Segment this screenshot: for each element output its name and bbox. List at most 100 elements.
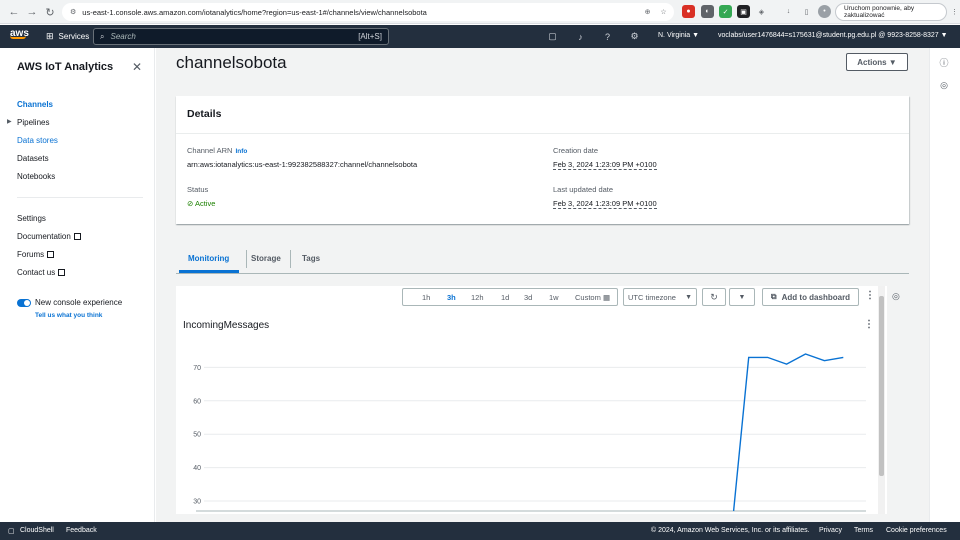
documentation-label: Documentation (17, 232, 71, 241)
range-12h[interactable]: 12h (471, 293, 484, 302)
info-link[interactable]: Info (235, 148, 247, 155)
notifications-bell-icon[interactable]: ♪ (574, 30, 587, 43)
sidebar-item-pipelines[interactable]: Pipelines (17, 118, 49, 127)
profile-avatar[interactable]: • (818, 5, 831, 18)
extension-icon[interactable]: ▣ (737, 5, 750, 18)
copyright-text: © 2024, Amazon Web Services, Inc. or its… (651, 527, 810, 534)
external-link-icon (73, 233, 81, 240)
extension-icon[interactable]: ● (682, 5, 695, 18)
close-icon[interactable]: ✕ (132, 60, 142, 74)
forward-icon[interactable]: → (23, 3, 41, 21)
sidebar-item-channels[interactable]: Channels (17, 100, 53, 109)
range-1w[interactable]: 1w (549, 293, 559, 302)
widget-tools-icon[interactable]: ◎ (892, 291, 900, 302)
main-content: channelsobota Actions ▼ Details Channel … (156, 48, 929, 522)
services-menu[interactable]: ⊞ Services (46, 31, 89, 42)
timezone-select[interactable]: UTC timezone ▼ (623, 288, 697, 306)
sidebar-item-documentation[interactable]: Documentation (17, 232, 81, 241)
tab-storage[interactable]: Storage (251, 254, 281, 263)
console-footer: ▢ CloudShell Feedback © 2024, Amazon Web… (0, 522, 960, 540)
status-label: Status (187, 185, 209, 194)
range-custom[interactable]: Custom ▦ (575, 293, 610, 302)
calendar-icon: ▦ (602, 292, 611, 302)
services-label: Services (58, 32, 90, 41)
refresh-options-button[interactable]: ▼ (729, 288, 755, 306)
aws-logo[interactable]: aws (10, 28, 29, 39)
utility-panel: ⓘ ◎ (929, 48, 960, 522)
help-icon[interactable]: ? (601, 30, 614, 43)
cookie-preferences-link[interactable]: Cookie preferences (886, 527, 947, 534)
refresh-icon: ↻ (710, 291, 718, 302)
search-icon: ⌕ (100, 31, 105, 41)
extension-shield-icon[interactable]: ✓ (719, 5, 732, 18)
address-bar[interactable]: ⚙ us-east-1.console.aws.amazon.com/iotan… (62, 3, 674, 21)
search-shortcut: [Alt+S] (358, 32, 382, 41)
y-tick-label: 60 (193, 398, 201, 405)
range-1h[interactable]: 1h (422, 293, 430, 302)
tools-icon[interactable]: ◎ (938, 79, 950, 91)
y-tick-label: 70 (193, 365, 201, 372)
y-tick-label: 30 (193, 498, 201, 505)
sidebar-item-notebooks[interactable]: Notebooks (17, 172, 55, 181)
incoming-messages-chart: 3040506070 10:0010:1510:3010:4511:0011:1… (193, 353, 866, 512)
extensions-puzzle-icon[interactable]: ◈ (755, 5, 768, 18)
divider (290, 250, 291, 268)
sidepanel-icon[interactable]: ▯ (800, 5, 813, 18)
feedback-button[interactable]: Feedback (66, 527, 97, 534)
external-link-icon (47, 251, 55, 258)
privacy-link[interactable]: Privacy (819, 527, 842, 534)
actions-button[interactable]: Actions ▼ (846, 53, 908, 71)
scrollbar[interactable] (878, 286, 885, 514)
extension-icon[interactable]: ◐ (701, 5, 714, 18)
details-heading: Details (187, 108, 222, 120)
creation-date-value: Feb 3, 2024 1:23:09 PM +0100 (553, 160, 657, 170)
sidebar-item-datasets[interactable]: Datasets (17, 154, 49, 163)
terms-link[interactable]: Terms (854, 527, 873, 534)
grid-icon: ⊞ (46, 31, 54, 41)
divider (246, 250, 247, 268)
more-options-icon[interactable]: ⋮ (865, 290, 875, 301)
page-title: channelsobota (176, 53, 287, 72)
info-icon[interactable]: ⓘ (938, 56, 950, 68)
details-card: Details Channel ARN Info arn:aws:iotanaly… (176, 96, 909, 224)
sidebar-title: AWS IoT Analytics (17, 61, 114, 73)
cloudshell-icon[interactable]: ▢ (546, 30, 559, 43)
feedback-link[interactable]: Tell us what you think (35, 312, 102, 319)
scrollbar-thumb[interactable] (879, 296, 884, 476)
account-menu[interactable]: voclabs/user1476844=s175631@student.pg.e… (718, 32, 948, 39)
caret-right-icon[interactable]: ▶ (7, 118, 12, 125)
range-3d[interactable]: 3d (524, 293, 532, 302)
region-selector[interactable]: N. Virginia ▼ (658, 32, 699, 39)
zoom-icon[interactable]: ⊕ (641, 5, 654, 18)
add-to-dashboard-button[interactable]: ⧉ Add to dashboard (762, 288, 859, 306)
refresh-button[interactable]: ↻ (702, 288, 726, 306)
tab-tags[interactable]: Tags (302, 254, 320, 263)
settings-gear-icon[interactable]: ⚙ (628, 30, 641, 43)
caret-down-icon: ▼ (685, 293, 692, 301)
sidebar-item-data-stores[interactable]: Data stores (17, 136, 58, 145)
sidebar-item-settings[interactable]: Settings (17, 214, 46, 223)
browser-menu-icon[interactable]: ⋮ (948, 5, 960, 18)
bookmark-star-icon[interactable]: ☆ (657, 5, 670, 18)
search-input[interactable]: ⌕ Search [Alt+S] (93, 28, 389, 45)
update-chip[interactable]: Uruchom ponownie, aby zaktualizować (835, 3, 947, 21)
download-icon[interactable]: ↓ (782, 5, 795, 18)
caret-down-icon: ▼ (738, 293, 746, 301)
reload-icon[interactable]: ↻ (41, 3, 59, 21)
url-text: us-east-1.console.aws.amazon.com/iotanal… (82, 7, 427, 17)
cloudshell-button[interactable]: CloudShell (20, 527, 54, 534)
status-badge: ⊘ Active (187, 199, 216, 208)
check-circle-icon: ⊘ (187, 199, 194, 208)
new-console-toggle[interactable] (17, 299, 31, 307)
back-icon[interactable]: ← (5, 3, 23, 21)
y-tick-label: 40 (193, 465, 201, 472)
site-info-icon[interactable]: ⚙ (70, 8, 76, 16)
sidebar-item-contact[interactable]: Contact us (17, 268, 66, 277)
range-1d[interactable]: 1d (501, 293, 509, 302)
range-3h[interactable]: 3h (447, 293, 456, 302)
sidebar-item-forums[interactable]: Forums (17, 250, 55, 259)
aws-global-header: aws ⊞ Services ⌕ Search [Alt+S] ▢ ♪ ? ⚙ … (0, 25, 960, 48)
external-link-icon: ⧉ (770, 292, 777, 301)
search-placeholder: Search (110, 32, 136, 41)
tab-monitoring[interactable]: Monitoring (188, 254, 229, 263)
